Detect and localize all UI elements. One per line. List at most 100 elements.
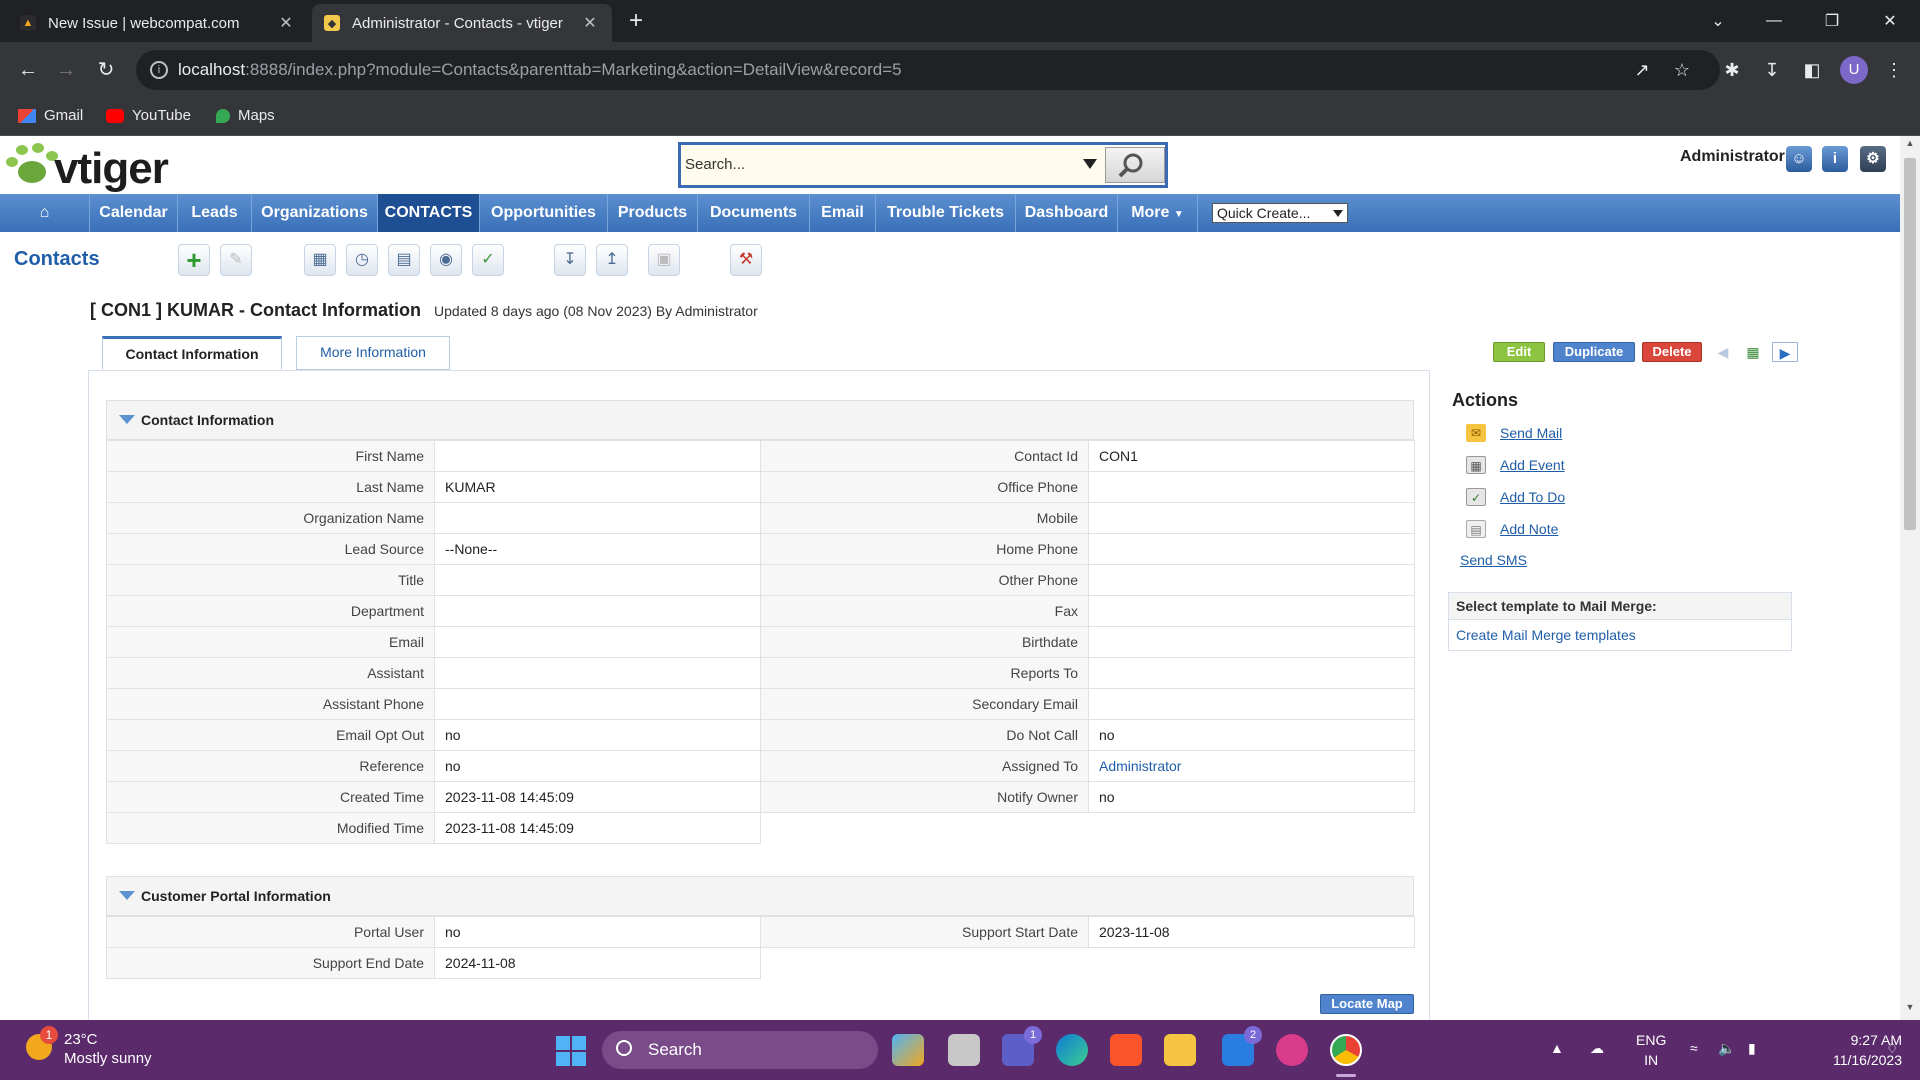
- downloads-icon[interactable]: ↧: [1758, 56, 1786, 84]
- windows-start-icon[interactable]: [556, 1036, 586, 1066]
- menu-kebab-icon[interactable]: ⋮: [1880, 56, 1908, 84]
- calculator-icon[interactable]: ▤: [388, 244, 420, 276]
- clock-icon[interactable]: ◷: [346, 244, 378, 276]
- file-explorer-gray-icon[interactable]: [948, 1034, 980, 1066]
- field-value[interactable]: [434, 564, 761, 596]
- field-value[interactable]: 2023-11-08 14:45:09: [434, 781, 761, 813]
- brave-icon[interactable]: [1110, 1034, 1142, 1066]
- locate-map-button[interactable]: Locate Map: [1320, 994, 1414, 1014]
- field-value[interactable]: [1088, 471, 1415, 503]
- menu-contacts[interactable]: CONTACTS: [378, 194, 480, 232]
- field-value[interactable]: CON1: [1088, 440, 1415, 472]
- taskbar-search[interactable]: Search: [602, 1031, 878, 1069]
- info-icon[interactable]: i: [1822, 146, 1848, 172]
- field-value[interactable]: [1088, 688, 1415, 720]
- battery-icon[interactable]: ▮: [1748, 1040, 1756, 1057]
- scroll-thumb[interactable]: [1904, 158, 1916, 530]
- field-value[interactable]: 2024-11-08: [434, 947, 761, 979]
- menu-more[interactable]: More ▼: [1118, 194, 1198, 232]
- field-value[interactable]: [1088, 657, 1415, 689]
- portal-info-block-header[interactable]: Customer Portal Information: [106, 876, 1414, 916]
- bookmark-youtube[interactable]: YouTube: [106, 107, 191, 124]
- scroll-down-icon[interactable]: ▼: [1900, 1002, 1920, 1018]
- page-scrollbar[interactable]: ▲ ▼: [1900, 136, 1920, 1020]
- field-value[interactable]: [1088, 533, 1415, 565]
- field-value[interactable]: no: [434, 916, 761, 948]
- collapse-triangle-icon[interactable]: [119, 891, 135, 900]
- teams-icon[interactable]: 1: [1002, 1026, 1042, 1066]
- field-value[interactable]: [434, 657, 761, 689]
- notifications-bell-icon[interactable]: ♢: [1886, 1040, 1899, 1057]
- send-sms-action[interactable]: Send SMS: [1460, 552, 1527, 568]
- field-value[interactable]: Administrator: [1088, 750, 1415, 782]
- wps-office-icon[interactable]: [1276, 1034, 1308, 1066]
- create-mail-merge-link[interactable]: Create Mail Merge templates: [1449, 620, 1791, 650]
- restore-button[interactable]: ❐: [1810, 0, 1854, 42]
- search-input[interactable]: Search...: [681, 145, 1105, 185]
- contact-info-block-header[interactable]: Contact Information: [106, 400, 1414, 440]
- onedrive-icon[interactable]: ☁: [1590, 1040, 1604, 1057]
- chrome-icon[interactable]: [1330, 1034, 1362, 1066]
- new-tab-button[interactable]: +: [622, 8, 650, 36]
- field-value[interactable]: no: [1088, 719, 1415, 751]
- add-todo-action[interactable]: ✓ Add To Do: [1466, 488, 1565, 506]
- tab-contact-information[interactable]: Contact Information: [102, 336, 282, 370]
- close-window-button[interactable]: ✕: [1868, 0, 1912, 42]
- my-preferences-icon[interactable]: ☺: [1786, 146, 1812, 172]
- field-value[interactable]: no: [1088, 781, 1415, 813]
- assigned-to-link[interactable]: Administrator: [1099, 758, 1181, 774]
- menu-trouble-tickets[interactable]: Trouble Tickets: [876, 194, 1016, 232]
- extensions-icon[interactable]: ✱: [1718, 56, 1746, 84]
- address-bar[interactable]: i localhost:8888/index.php?module=Contac…: [136, 50, 1720, 90]
- menu-email[interactable]: Email: [810, 194, 876, 232]
- import-icon[interactable]: ↧: [554, 244, 586, 276]
- reload-button[interactable]: ↻: [92, 56, 120, 84]
- browser-tab-vtiger[interactable]: ◆ Administrator - Contacts - vtiger ✕: [312, 4, 612, 42]
- module-settings-hammer-icon[interactable]: ⚒: [730, 244, 762, 276]
- quick-create-select[interactable]: Quick Create...: [1212, 203, 1348, 223]
- tab-search-chevron-icon[interactable]: ⌄: [1696, 0, 1740, 42]
- settings-gear-icon[interactable]: ⚙: [1860, 146, 1886, 172]
- bookmark-star-icon[interactable]: ☆: [1668, 56, 1696, 84]
- edge-icon[interactable]: [1056, 1034, 1088, 1066]
- tab-more-information[interactable]: More Information: [296, 336, 450, 370]
- wifi-icon[interactable]: ≈: [1690, 1040, 1698, 1056]
- side-panel-icon[interactable]: ◧: [1798, 56, 1826, 84]
- share-icon[interactable]: ↗: [1628, 56, 1656, 84]
- todo-clipboard-icon[interactable]: ✓: [472, 244, 504, 276]
- field-value[interactable]: [434, 502, 761, 534]
- chat-icon[interactable]: ◉: [430, 244, 462, 276]
- close-tab-icon[interactable]: ✕: [276, 13, 296, 33]
- field-value[interactable]: no: [434, 750, 761, 782]
- module-title[interactable]: Contacts: [14, 248, 100, 271]
- language-indicator[interactable]: ENG IN: [1636, 1030, 1666, 1070]
- delete-button[interactable]: Delete: [1642, 342, 1702, 362]
- volume-muted-icon[interactable]: 🔈: [1718, 1040, 1735, 1057]
- calendar-icon[interactable]: ▦: [304, 244, 336, 276]
- add-event-action[interactable]: ▦ Add Event: [1466, 456, 1565, 474]
- bookmark-maps[interactable]: Maps: [216, 107, 275, 124]
- field-value[interactable]: [434, 688, 761, 720]
- mail-icon[interactable]: 2: [1222, 1026, 1262, 1066]
- search-button[interactable]: [1105, 147, 1165, 183]
- vtiger-logo[interactable]: vtiger: [2, 138, 212, 194]
- site-info-icon[interactable]: i: [150, 61, 168, 79]
- field-value[interactable]: [1088, 595, 1415, 627]
- field-value[interactable]: 2023-11-08: [1088, 916, 1415, 948]
- collapse-triangle-icon[interactable]: [119, 415, 135, 424]
- add-note-action[interactable]: ▤ Add Note: [1466, 520, 1558, 538]
- menu-dashboard[interactable]: Dashboard: [1016, 194, 1118, 232]
- tray-overflow-chevron-icon[interactable]: ▲: [1550, 1040, 1564, 1056]
- field-value[interactable]: [434, 626, 761, 658]
- menu-products[interactable]: Products: [608, 194, 698, 232]
- next-record-icon[interactable]: ▶: [1772, 342, 1798, 362]
- export-icon[interactable]: ↥: [596, 244, 628, 276]
- field-value[interactable]: [1088, 502, 1415, 534]
- field-value[interactable]: [1088, 564, 1415, 596]
- back-button[interactable]: ←: [14, 56, 42, 84]
- field-value[interactable]: [434, 595, 761, 627]
- field-value[interactable]: KUMAR: [434, 471, 761, 503]
- menu-leads[interactable]: Leads: [178, 194, 252, 232]
- field-value[interactable]: 2023-11-08 14:45:09: [434, 812, 761, 844]
- menu-documents[interactable]: Documents: [698, 194, 810, 232]
